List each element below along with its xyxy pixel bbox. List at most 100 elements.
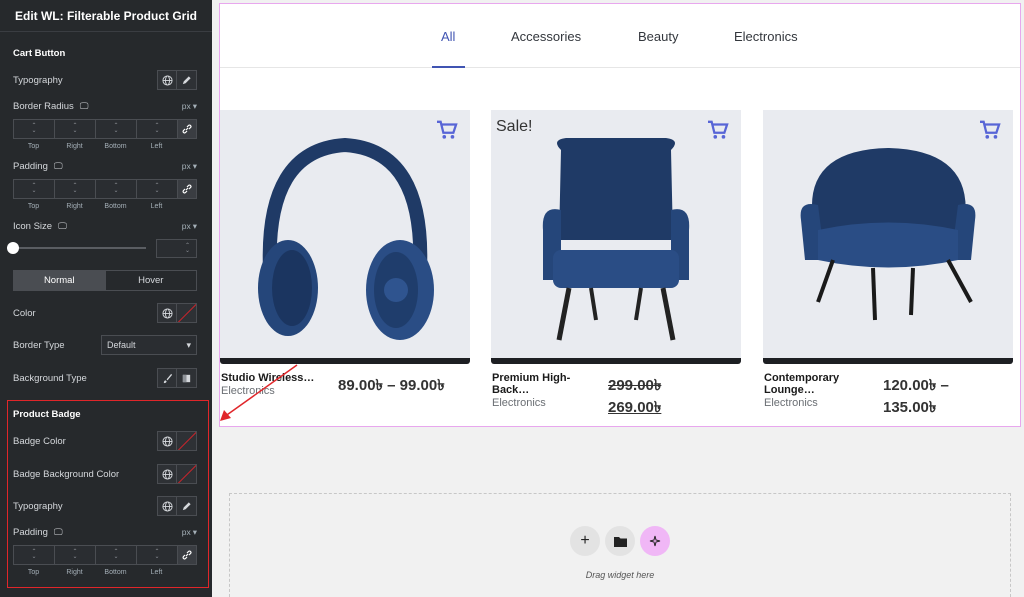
folder-icon xyxy=(613,536,627,547)
radius-left-input[interactable]: ⌃ ⌄ xyxy=(136,119,177,139)
brush-icon[interactable] xyxy=(157,368,177,388)
color-picker-swatch[interactable] xyxy=(177,303,197,323)
globe-icon[interactable] xyxy=(157,431,177,451)
badge-bg-color-control: Badge Background Color xyxy=(13,463,197,485)
badge-color-label: Badge Color xyxy=(13,435,66,447)
badge-padding-left-input[interactable]: ⌃ ⌄ xyxy=(136,545,177,565)
desktop-icon[interactable]: 🖵 xyxy=(80,101,89,112)
edit-pencil-icon[interactable] xyxy=(177,496,197,516)
globe-icon[interactable] xyxy=(157,496,177,516)
color-label: Color xyxy=(13,307,36,319)
product-price: 89.00৳ – 99.00৳ xyxy=(338,377,445,394)
cart-icon[interactable] xyxy=(979,120,1001,140)
border-type-select[interactable]: Default ▾ xyxy=(101,335,197,355)
badge-color-control: Badge Color xyxy=(13,430,197,452)
radius-right-input[interactable]: ⌃ ⌄ xyxy=(54,119,95,139)
product-card[interactable] xyxy=(763,110,1013,364)
product-name[interactable]: Contemporary Lounge… xyxy=(764,372,854,396)
padding-label: Padding xyxy=(13,160,48,172)
unit-selector[interactable]: px ▾ xyxy=(182,527,197,538)
icon-size-control: Icon Size 🖵 px ▾ xyxy=(13,215,197,237)
globe-icon[interactable] xyxy=(157,70,177,90)
badge-typography-control: Typography xyxy=(13,495,197,517)
badge-padding-bottom-input[interactable]: ⌃ ⌄ xyxy=(95,545,136,565)
badge-bg-color-label: Badge Background Color xyxy=(13,468,120,480)
cart-icon[interactable] xyxy=(436,120,458,140)
badge-bg-color-swatch[interactable] xyxy=(177,464,197,484)
icon-size-slider-track[interactable] xyxy=(14,247,146,249)
border-type-label: Border Type xyxy=(13,339,65,351)
badge-color-swatch[interactable] xyxy=(177,431,197,451)
badge-padding-right-input[interactable]: ⌃ ⌄ xyxy=(54,545,95,565)
icon-size-label: Icon Size xyxy=(13,220,53,232)
active-filter-underline xyxy=(432,66,465,68)
drag-widget-hint: Drag widget here xyxy=(585,570,655,580)
border-radius-inputs: ⌃ ⌄ ⌃ ⌄ ⌃ ⌄ ⌃ ⌄ xyxy=(13,119,197,139)
padding-control: Padding 🖵 px ▾ xyxy=(13,155,197,177)
cart-icon[interactable] xyxy=(707,120,729,140)
radius-top-input[interactable]: ⌃ ⌄ xyxy=(13,119,54,139)
padding-bottom-input[interactable]: ⌃ ⌄ xyxy=(95,179,136,199)
product-image[interactable] xyxy=(220,110,470,358)
desktop-icon[interactable]: 🖵 xyxy=(54,161,63,172)
tab-normal[interactable]: Normal xyxy=(14,271,105,290)
globe-icon[interactable] xyxy=(157,303,177,323)
sale-badge: Sale! xyxy=(496,118,533,135)
filter-beauty[interactable]: Beauty xyxy=(638,29,678,44)
typography-control: Typography xyxy=(13,69,197,91)
panel-title: Edit WL: Filterable Product Grid xyxy=(0,0,212,32)
desktop-icon[interactable]: 🖵 xyxy=(58,221,67,232)
product-card-bar xyxy=(491,358,741,364)
chair-icon xyxy=(542,138,690,341)
section-product-badge[interactable]: Product Badge xyxy=(13,409,81,420)
typography-label: Typography xyxy=(13,74,63,86)
product-name[interactable]: Premium High-Back… xyxy=(492,372,582,396)
edit-pencil-icon[interactable] xyxy=(177,70,197,90)
desktop-icon[interactable]: 🖵 xyxy=(54,527,63,538)
link-icon[interactable] xyxy=(177,179,197,199)
product-category: Electronics xyxy=(492,397,546,409)
product-category: Electronics xyxy=(764,397,818,409)
filter-accessories[interactable]: Accessories xyxy=(511,29,581,44)
drop-zone[interactable]: + Drag widget here xyxy=(229,493,1011,597)
border-radius-control: Border Radius 🖵 px ▾ xyxy=(13,95,197,117)
background-type-label: Background Type xyxy=(13,372,87,384)
badge-padding-label: Padding xyxy=(13,526,48,538)
border-type-control: Border Type Default ▾ xyxy=(13,334,197,356)
gradient-icon[interactable] xyxy=(177,368,197,388)
caret-down-icon: ▾ xyxy=(186,339,191,350)
product-price-new: 269.00৳ xyxy=(608,399,662,416)
ai-button[interactable] xyxy=(640,526,670,556)
headphones-icon xyxy=(258,137,434,340)
padding-right-input[interactable]: ⌃ ⌄ xyxy=(54,179,95,199)
icon-size-input[interactable]: ⌃ ⌄ xyxy=(156,239,197,258)
filterable-product-grid-widget[interactable]: All Accessories Beauty Electronics Studi… xyxy=(219,3,1021,427)
padding-left-input[interactable]: ⌃ ⌄ xyxy=(136,179,177,199)
state-tabs: Normal Hover xyxy=(13,270,197,291)
link-icon[interactable] xyxy=(177,119,197,139)
section-cart-button[interactable]: Cart Button xyxy=(13,48,65,59)
annotation-arrow xyxy=(220,364,298,421)
product-image[interactable]: Sale! xyxy=(491,110,741,358)
padding-inputs: ⌃ ⌄ ⌃ ⌄ ⌃ ⌄ ⌃ ⌄ xyxy=(13,179,197,199)
add-section-button[interactable]: + xyxy=(570,526,600,556)
radius-bottom-input[interactable]: ⌃ ⌄ xyxy=(95,119,136,139)
globe-icon[interactable] xyxy=(157,464,177,484)
link-icon[interactable] xyxy=(177,545,197,565)
product-card[interactable] xyxy=(220,110,470,364)
filter-bar: All Accessories Beauty Electronics xyxy=(220,4,1020,68)
editor-canvas: All Accessories Beauty Electronics Studi… xyxy=(212,0,1024,597)
unit-selector[interactable]: px ▾ xyxy=(182,221,197,232)
unit-selector[interactable]: px ▾ xyxy=(182,161,197,172)
color-control: Color xyxy=(13,302,197,324)
filter-all[interactable]: All xyxy=(441,29,455,44)
padding-top-input[interactable]: ⌃ ⌄ xyxy=(13,179,54,199)
filter-electronics[interactable]: Electronics xyxy=(734,29,798,44)
tab-hover[interactable]: Hover xyxy=(104,271,196,290)
templates-button[interactable] xyxy=(605,526,635,556)
product-card[interactable]: Sale! xyxy=(491,110,741,364)
unit-selector[interactable]: px ▾ xyxy=(182,101,197,112)
icon-size-slider-handle[interactable] xyxy=(7,242,19,254)
badge-padding-top-input[interactable]: ⌃ ⌄ xyxy=(13,545,54,565)
product-image[interactable] xyxy=(763,110,1013,358)
